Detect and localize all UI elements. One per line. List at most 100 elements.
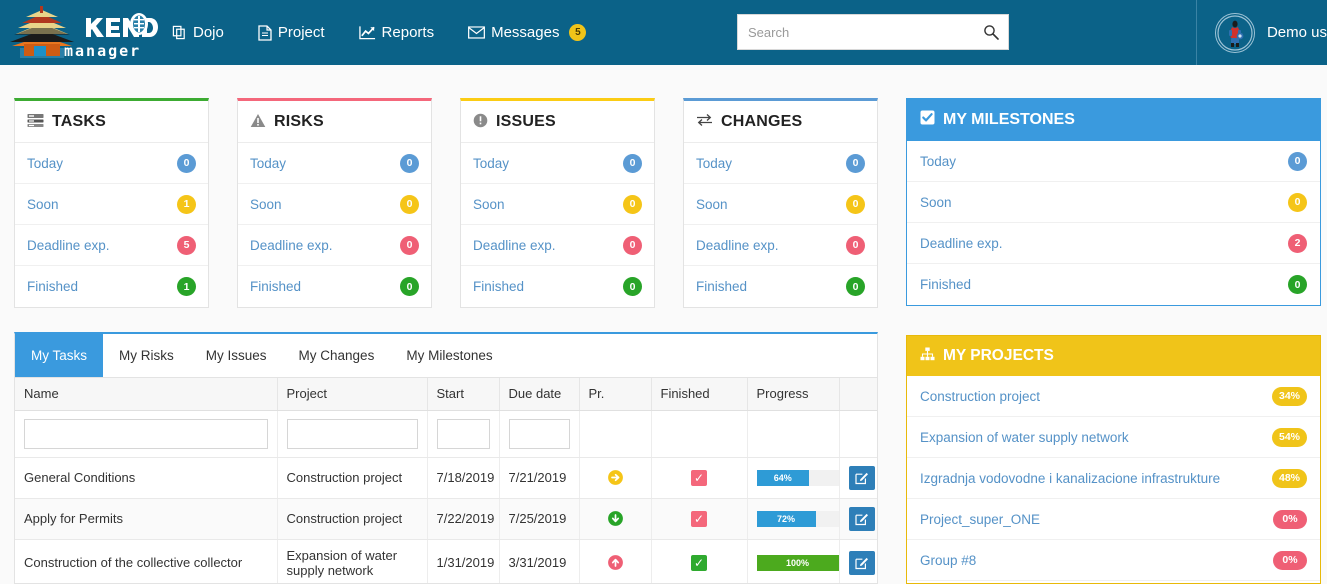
row-label: Today — [696, 155, 733, 171]
warning-triangle-icon — [250, 113, 266, 131]
tab-my-tasks[interactable]: My Tasks — [15, 334, 104, 377]
nav-item-reports[interactable]: Reports — [358, 24, 434, 41]
milestone-row-today[interactable]: Today 0 — [907, 141, 1320, 182]
cell-actions — [839, 498, 877, 540]
column-header-actions — [839, 378, 877, 411]
filter-cell-project — [277, 410, 428, 458]
nav-item-dojo[interactable]: Dojo — [172, 24, 224, 41]
cell-name: Apply for Permits — [15, 498, 278, 540]
table-row[interactable]: Construction of the collective collector… — [15, 539, 877, 583]
avatar[interactable] — [1214, 12, 1255, 53]
copy-icon — [172, 25, 187, 40]
progress-bar-fill: 72% — [756, 510, 816, 527]
project-list-item[interactable]: Construction project 34% — [907, 376, 1320, 417]
card-row-today[interactable]: Today 0 — [684, 143, 877, 184]
finished-checkbox-unchecked-icon[interactable]: ✓ — [661, 469, 738, 486]
finished-checkbox-unchecked-icon[interactable]: ✓ — [661, 510, 738, 527]
row-label: Finished — [696, 279, 748, 294]
top-navigation-bar: manager Dojo Project Reports Messages 5 … — [0, 0, 1327, 65]
filter-input-name[interactable] — [24, 418, 268, 449]
card-row-finished[interactable]: Finished 0 — [684, 266, 877, 307]
card-row-finished[interactable]: Finished 1 — [15, 266, 208, 307]
card-row-deadline-expired[interactable]: Deadline exp. 0 — [461, 225, 654, 266]
tab-my-changes[interactable]: My Changes — [282, 334, 391, 377]
edit-row-button[interactable] — [848, 550, 875, 575]
filter-input-project[interactable] — [286, 418, 418, 449]
tab-my-issues[interactable]: My Issues — [189, 334, 283, 377]
card-row-today[interactable]: Today 0 — [461, 143, 654, 184]
row-count-badge: 2 — [1288, 233, 1307, 253]
column-header-due-date[interactable]: Due date — [499, 378, 580, 411]
milestone-row-soon[interactable]: Soon 0 — [907, 182, 1320, 223]
filter-cell-finished — [651, 410, 748, 458]
tab-bar: My Tasks My Risks My Issues My Changes M… — [15, 334, 877, 378]
card-row-soon[interactable]: Soon 0 — [684, 184, 877, 225]
card-title: ISSUES — [496, 112, 556, 130]
my-items-panel: My Tasks My Risks My Issues My Changes M… — [14, 332, 878, 584]
cell-start: 1/31/2019 — [427, 539, 500, 583]
filter-cell-actions — [839, 410, 877, 458]
column-header-progress[interactable]: Progress — [747, 378, 840, 411]
table-row[interactable]: General Conditions Construction project … — [15, 457, 877, 499]
card-row-soon[interactable]: Soon 0 — [238, 184, 431, 225]
app-logo[interactable]: manager — [0, 0, 160, 65]
search-box[interactable] — [737, 14, 1009, 50]
main-nav-links: Dojo Project Reports Messages 5 — [172, 24, 587, 41]
finished-checkbox-checked-icon[interactable]: ✓ — [661, 554, 738, 571]
milestone-row-finished[interactable]: Finished 0 — [907, 264, 1320, 305]
priority-high-up-arrow-icon — [589, 554, 642, 571]
project-list-item[interactable]: Group #8 0% — [907, 540, 1320, 581]
project-list-item[interactable]: Izgradnja vodovodne i kanalizacione infr… — [907, 458, 1320, 499]
row-count-badge: 0 — [623, 194, 642, 214]
cell-start: 7/18/2019 — [427, 457, 500, 499]
card-row-today[interactable]: Today 0 — [15, 143, 208, 184]
card-row-soon[interactable]: Soon 1 — [15, 184, 208, 225]
tab-my-risks[interactable]: My Risks — [103, 334, 190, 377]
edit-row-button[interactable] — [848, 465, 875, 490]
row-count-badge: 0 — [846, 235, 865, 255]
filter-input-due-date[interactable] — [508, 418, 570, 449]
column-header-finished[interactable]: Finished — [651, 378, 748, 411]
card-row-deadline-expired[interactable]: Deadline exp. 5 — [15, 225, 208, 266]
project-list-item[interactable]: Project_super_ONE 0% — [907, 499, 1320, 540]
nav-item-messages[interactable]: Messages 5 — [468, 24, 587, 41]
card-row-today[interactable]: Today 0 — [238, 143, 431, 184]
sitemap-icon — [920, 347, 935, 366]
card-row-finished[interactable]: Finished 0 — [238, 266, 431, 307]
project-name: Group #8 — [920, 552, 977, 568]
project-list-item[interactable]: Expansion of water supply network 54% — [907, 417, 1320, 458]
samurai-avatar-icon — [1217, 14, 1253, 51]
search-button[interactable] — [974, 15, 1008, 49]
document-icon — [258, 24, 272, 41]
row-count-badge: 0 — [623, 235, 642, 255]
card-row-deadline-expired[interactable]: Deadline exp. 0 — [238, 225, 431, 266]
search-input[interactable] — [738, 15, 974, 49]
column-header-name[interactable]: Name — [15, 378, 278, 411]
filter-input-start[interactable] — [436, 418, 490, 449]
user-menu[interactable]: Demo us — [1195, 0, 1327, 65]
nav-item-label: Messages — [491, 24, 560, 41]
card-title: RISKS — [274, 112, 324, 130]
card-row-deadline-expired[interactable]: Deadline exp. 0 — [684, 225, 877, 266]
edit-row-button[interactable] — [848, 506, 875, 531]
row-label: Today — [473, 155, 510, 171]
nav-item-project[interactable]: Project — [258, 24, 325, 41]
card-row-soon[interactable]: Soon 0 — [461, 184, 654, 225]
milestone-row-deadline-expired[interactable]: Deadline exp. 2 — [907, 223, 1320, 264]
tab-my-milestones[interactable]: My Milestones — [390, 334, 509, 377]
project-name: Construction project — [920, 388, 1041, 404]
row-count-badge: 0 — [623, 153, 642, 173]
card-row-finished[interactable]: Finished 0 — [461, 266, 654, 307]
progress-bar-fill: 64% — [756, 469, 809, 486]
project-progress-badge: 0% — [1273, 550, 1307, 570]
column-header-start[interactable]: Start — [427, 378, 500, 411]
column-header-project[interactable]: Project — [277, 378, 428, 411]
row-label: Today — [27, 155, 64, 171]
table-row[interactable]: Apply for Permits Construction project 7… — [15, 498, 877, 540]
edit-pencil-icon — [854, 513, 868, 525]
filter-cell-priority — [579, 410, 652, 458]
chart-line-icon — [358, 25, 376, 40]
card-header: TASKS — [15, 101, 208, 143]
column-header-priority[interactable]: Pr. — [579, 378, 652, 411]
row-label: Finished — [473, 279, 525, 294]
